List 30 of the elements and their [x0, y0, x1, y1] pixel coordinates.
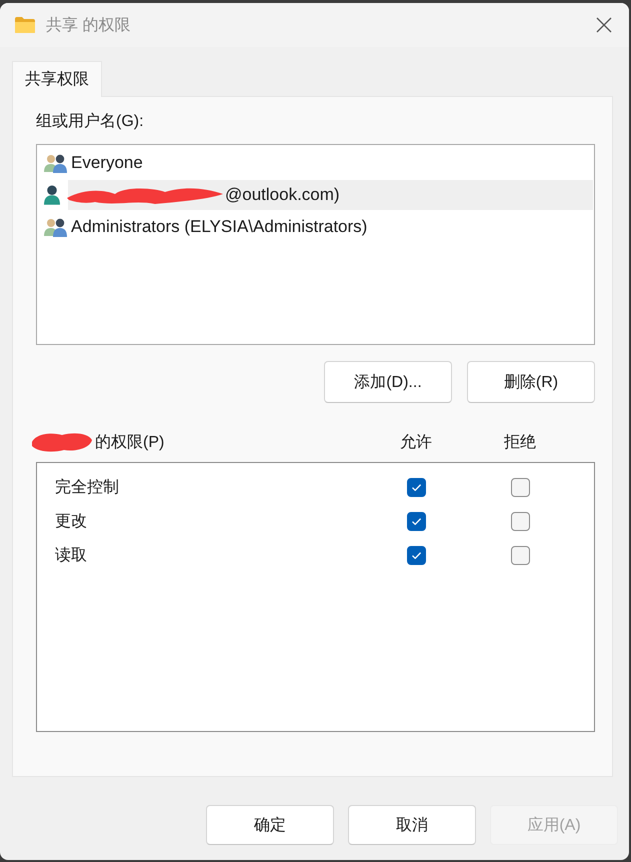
tab[interactable]: 共享权限 [12, 61, 102, 97]
allow-checkbox[interactable] [406, 546, 426, 564]
user-list-item[interactable]: @outlook.com) [68, 180, 593, 210]
user-group-icon [44, 153, 68, 173]
deny-checkbox[interactable] [510, 546, 530, 564]
user-list-item[interactable]: Everyone [68, 148, 593, 178]
deny-checkbox[interactable] [510, 478, 530, 496]
column-header: 允许 [399, 432, 433, 452]
user-group-icon [44, 217, 68, 237]
group-label: 组或用户名(G): [36, 112, 145, 132]
dialog-button[interactable]: 取消 [348, 805, 476, 845]
allow-checkbox[interactable] [406, 512, 426, 530]
permission-name: 更改 [55, 512, 88, 532]
folder-icon [15, 17, 35, 33]
checkmark-icon [412, 552, 420, 558]
permission-name: 读取 [55, 546, 88, 566]
checkmark-icon [412, 484, 420, 490]
column-header: 拒绝 [503, 432, 537, 452]
list-action-button[interactable]: 删除(R) [467, 361, 595, 403]
user-list-item[interactable]: Administrators (ELYSIA\Administrators) [68, 212, 593, 242]
close-icon[interactable] [596, 17, 612, 33]
permissions-heading: 的权限(P) [95, 432, 164, 452]
deny-checkbox[interactable] [510, 512, 530, 530]
user-icon [44, 185, 60, 205]
dialog-button[interactable]: 确定 [206, 805, 334, 845]
checkmark-icon [412, 518, 420, 524]
allow-checkbox[interactable] [406, 478, 426, 496]
window-title: 共享 的权限 [46, 16, 130, 36]
list-action-button[interactable]: 添加(D)... [324, 361, 452, 403]
permission-name: 完全控制 [55, 478, 120, 498]
